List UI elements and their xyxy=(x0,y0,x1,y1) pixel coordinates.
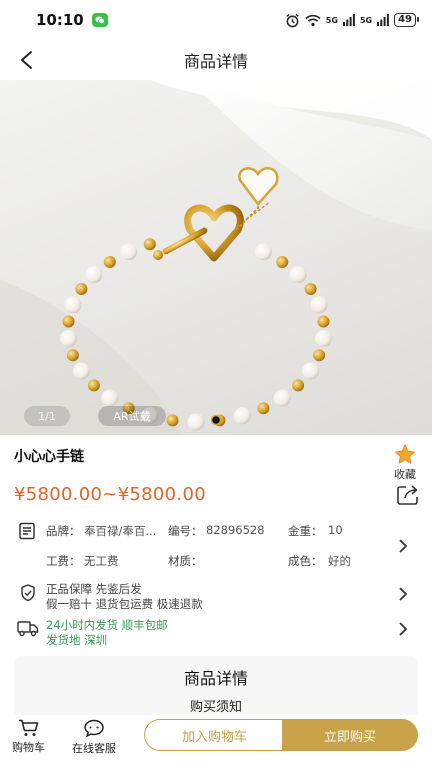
customer-service-tab-label: 在线客服 xyxy=(72,742,116,755)
add-to-cart-button[interactable]: 加入购物车 xyxy=(144,719,284,751)
cart-tab[interactable]: 购物车 xyxy=(12,719,45,755)
pearl-bead xyxy=(64,296,82,314)
details-title: 商品详情 xyxy=(183,669,248,688)
page-header: 商品详情 xyxy=(0,40,432,80)
status-bar: 10:10 5G 5G 49 xyxy=(0,0,432,40)
gold-bead xyxy=(143,238,156,251)
gold-bead xyxy=(166,414,179,427)
wechat-notification-icon xyxy=(91,13,108,27)
signal-5g-label-1: 5G xyxy=(325,15,338,25)
guarantee-line-1: 正品保障 先鉴后发 xyxy=(46,582,142,596)
gold-bead xyxy=(103,256,116,268)
back-arrow-icon xyxy=(21,51,32,69)
status-icons: 5G 5G 49 xyxy=(285,13,419,28)
favorite-label: 收藏 xyxy=(394,468,416,481)
guarantee-line-2: 假一赔十 退货包运费 极速退款 xyxy=(46,597,203,611)
signal-5g-label-2: 5G xyxy=(359,15,373,25)
color-label: 成色： xyxy=(288,554,323,568)
customer-service-tab[interactable]: 在线客服 xyxy=(72,719,116,756)
page-title: 商品详情 xyxy=(183,52,248,71)
pearl-bead xyxy=(85,266,103,284)
spec-row-1[interactable]: 品牌： 奉百禄/奉百... 编号： 82896528 金重： 10 xyxy=(0,522,432,540)
product-price: ¥5800.00~¥5800.00 xyxy=(14,484,206,505)
chevron-right-icon[interactable] xyxy=(398,622,408,636)
pearl-bead xyxy=(310,296,328,314)
shipping-row[interactable]: 24小时内发货 顺丰包邮 发货地 深圳 xyxy=(16,616,416,648)
gold-bead xyxy=(66,349,79,362)
favorite-button[interactable]: 收藏 xyxy=(388,444,422,482)
product-image[interactable] xyxy=(0,80,432,435)
pearl-bead xyxy=(273,389,291,407)
pearl-bead xyxy=(302,362,320,380)
weight-label: 金重： xyxy=(288,524,323,538)
code-label: 编号： xyxy=(168,524,203,538)
truck-icon xyxy=(17,621,39,637)
ar-try-on-button[interactable]: AR试戴 xyxy=(98,406,166,426)
guarantee-row[interactable]: 正品保障 先鉴后发 假一赔十 退货包运费 极速退款 xyxy=(16,580,416,612)
gold-bead xyxy=(257,402,270,415)
wifi-icon xyxy=(305,14,321,26)
pearl-bead xyxy=(254,243,272,261)
brand-label: 品牌： xyxy=(46,524,81,538)
gold-bead xyxy=(62,315,75,328)
star-icon xyxy=(394,444,416,464)
pearl-bead xyxy=(101,389,119,407)
shield-check-icon xyxy=(21,584,35,602)
gold-bead xyxy=(313,349,326,362)
labor-value: 无工费 xyxy=(84,554,119,568)
bracelet-photo xyxy=(0,80,432,435)
cart-tab-label: 购物车 xyxy=(12,741,45,754)
labor-label: 工费： xyxy=(46,554,81,568)
code-value: 82896528 xyxy=(206,523,265,537)
pearl-bead xyxy=(289,266,307,284)
document-icon xyxy=(19,522,35,540)
pearl-bead xyxy=(187,413,205,431)
pearl-bead xyxy=(315,330,332,347)
share-button[interactable] xyxy=(396,484,420,508)
spec-row-2[interactable]: 工费： 无工费 材质： 成色： 好的 xyxy=(0,552,432,570)
color-value: 好的 xyxy=(328,554,351,568)
back-button[interactable] xyxy=(12,46,40,74)
gold-bead xyxy=(75,283,88,295)
share-icon xyxy=(397,485,418,505)
pearl-bead xyxy=(72,362,90,380)
gold-bead xyxy=(87,379,100,392)
product-name: 小心心手链 xyxy=(14,449,84,465)
pearl-bead xyxy=(60,330,77,347)
gold-bead xyxy=(317,315,330,328)
brand-value: 奉百禄/奉百... xyxy=(84,524,157,538)
buy-now-button[interactable]: 立即购买 xyxy=(282,719,418,751)
chevron-right-icon[interactable] xyxy=(398,587,408,601)
weight-value: 10 xyxy=(328,523,343,537)
gold-bead xyxy=(276,256,289,268)
material-label: 材质： xyxy=(168,554,203,568)
battery-indicator: 49 xyxy=(394,13,419,27)
shopping-cart-icon xyxy=(18,719,38,736)
gold-bead xyxy=(304,283,317,295)
alarm-icon xyxy=(286,13,299,27)
chevron-right-icon[interactable] xyxy=(398,539,408,553)
bottom-action-bar: 购物车 在线客服 加入购物车 立即购买 xyxy=(0,715,432,768)
signal-bars-icon xyxy=(377,14,389,26)
shipping-line-1: 24小时内发货 顺丰包邮 xyxy=(46,618,168,632)
gold-bead xyxy=(292,379,305,392)
chat-bubble-icon xyxy=(84,719,104,738)
pearl-bead xyxy=(233,407,251,425)
status-time: 10:10 xyxy=(36,11,84,29)
purchase-notice-title: 购买须知 xyxy=(189,700,242,715)
signal-bars-icon xyxy=(342,14,355,26)
image-counter: 1/1 xyxy=(24,406,70,426)
shipping-line-2: 发货地 深圳 xyxy=(46,633,108,647)
pearl-bead xyxy=(120,243,138,261)
